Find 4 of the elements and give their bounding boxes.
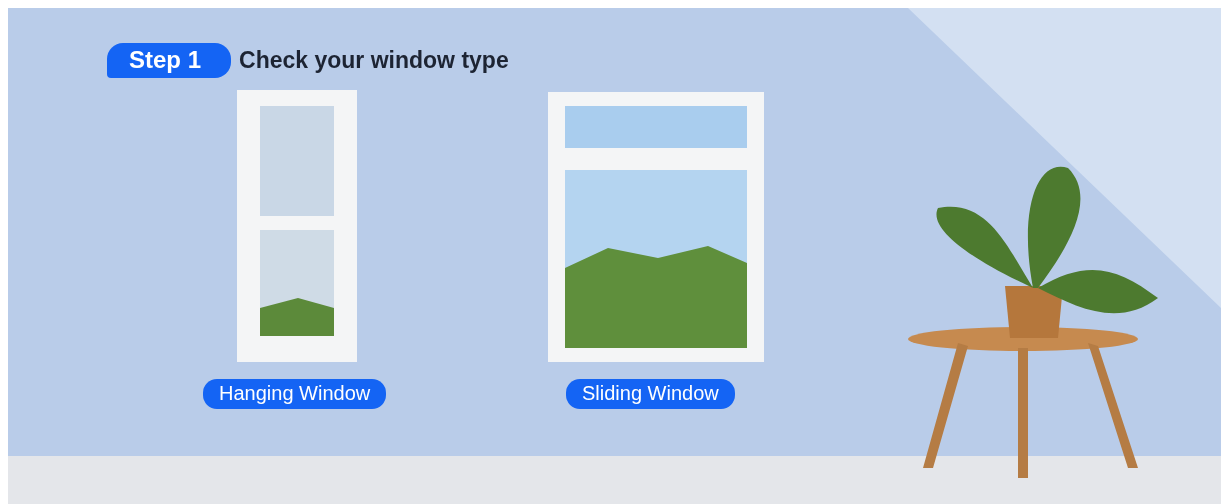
window-type-label: Sliding Window	[566, 379, 735, 409]
window-type-label: Hanging Window	[203, 379, 387, 409]
step-title: Check your window type	[239, 47, 509, 74]
step-badge: Step 1	[107, 43, 232, 78]
